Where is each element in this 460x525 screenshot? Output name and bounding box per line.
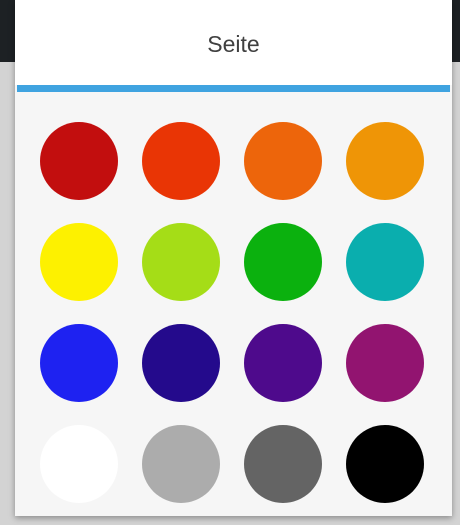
color-swatch-magenta[interactable] bbox=[346, 324, 424, 402]
color-swatch-white[interactable] bbox=[40, 425, 118, 503]
color-swatch-indigo[interactable] bbox=[142, 324, 220, 402]
color-swatch-dark-red[interactable] bbox=[40, 122, 118, 200]
color-swatch-red-orange[interactable] bbox=[142, 122, 220, 200]
title-divider bbox=[17, 85, 450, 92]
color-swatch-purple[interactable] bbox=[244, 324, 322, 402]
color-swatch-orange[interactable] bbox=[244, 122, 322, 200]
color-swatch-yellow[interactable] bbox=[40, 223, 118, 301]
color-swatch-dark-gray[interactable] bbox=[244, 425, 322, 503]
color-swatch-lime[interactable] bbox=[142, 223, 220, 301]
color-swatch-teal[interactable] bbox=[346, 223, 424, 301]
color-swatch-amber[interactable] bbox=[346, 122, 424, 200]
color-picker-dialog: Seite bbox=[15, 0, 452, 516]
color-swatch-green[interactable] bbox=[244, 223, 322, 301]
dialog-title: Seite bbox=[207, 31, 260, 57]
color-swatch-blue[interactable] bbox=[40, 324, 118, 402]
color-swatch-black[interactable] bbox=[346, 425, 424, 503]
dialog-header: Seite bbox=[15, 0, 452, 85]
color-swatch-grid bbox=[40, 122, 430, 503]
color-swatch-light-gray[interactable] bbox=[142, 425, 220, 503]
